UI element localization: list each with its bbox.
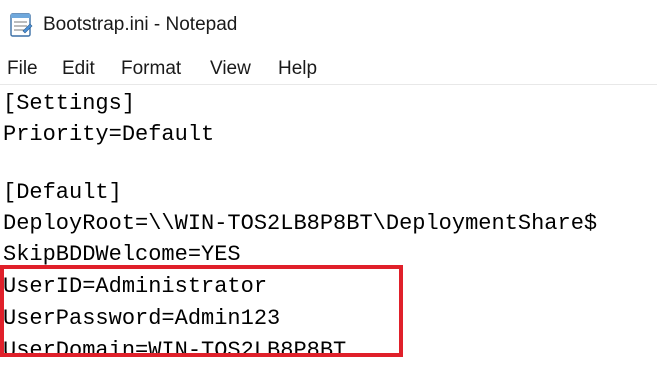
title-bar: Bootstrap.ini - Notepad <box>0 0 657 50</box>
text-line: UserID=Administrator <box>3 274 268 299</box>
menu-format[interactable]: Format <box>121 58 181 80</box>
menu-bar: File Edit Format View Help <box>0 52 657 85</box>
text-line: [Settings] <box>3 91 136 116</box>
text-line: UserPassword=Admin123 <box>3 306 281 331</box>
menu-edit[interactable]: Edit <box>62 58 95 80</box>
notepad-icon <box>9 12 33 38</box>
text-editor-area[interactable]: [Settings] Priority=Default [Default] De… <box>0 85 657 374</box>
text-line: UserDomain=WIN-TOS2LB8P8BT <box>3 338 347 363</box>
menu-file[interactable]: File <box>7 58 38 80</box>
notepad-window: Bootstrap.ini - Notepad File Edit Format… <box>0 0 657 374</box>
text-line: DeployRoot=\\WIN-TOS2LB8P8BT\DeploymentS… <box>3 211 598 236</box>
menu-view[interactable]: View <box>210 58 251 80</box>
text-line: SkipBDDWelcome=YES <box>3 242 241 267</box>
text-line: [Default] <box>3 180 122 205</box>
menu-help[interactable]: Help <box>278 58 317 80</box>
text-line: Priority=Default <box>3 122 215 147</box>
window-title: Bootstrap.ini - Notepad <box>43 14 238 35</box>
